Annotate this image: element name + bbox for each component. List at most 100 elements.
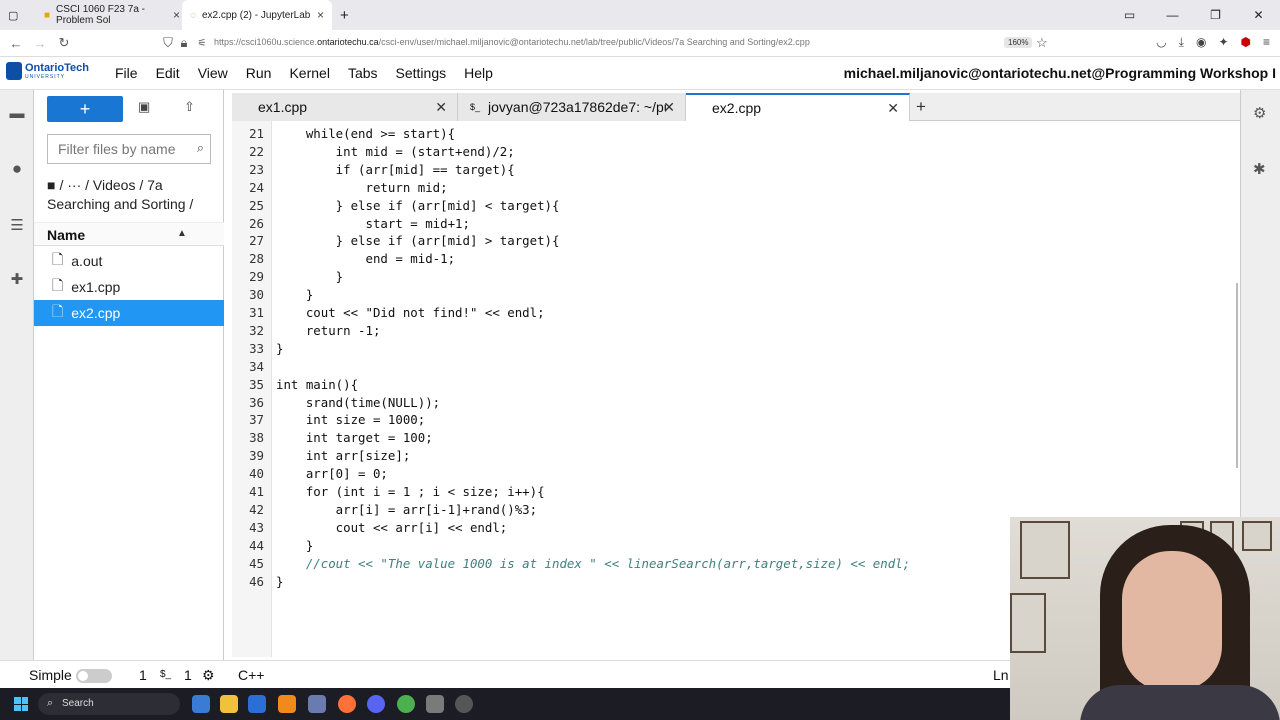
code-line[interactable]: 24 return mid; bbox=[232, 179, 1232, 197]
running-icon[interactable]: ● bbox=[6, 158, 28, 180]
menu-help[interactable]: Help bbox=[464, 65, 493, 81]
settings-icon[interactable]: ⚙ bbox=[202, 667, 215, 684]
menu-run[interactable]: Run bbox=[246, 65, 272, 81]
property-inspector-icon[interactable]: ⚙ bbox=[1253, 104, 1266, 122]
editor-tab-ex1[interactable]: ex1.cpp ✕ bbox=[232, 93, 458, 121]
close-icon[interactable]: × bbox=[317, 8, 324, 22]
user-label: michael.miljanovic@ontariotechu.net@Prog… bbox=[843, 65, 1276, 81]
new-launcher-button[interactable]: + bbox=[47, 96, 123, 122]
code-line[interactable]: 37 int size = 1000; bbox=[232, 411, 1232, 429]
simple-mode-toggle[interactable] bbox=[76, 669, 112, 683]
language-indicator[interactable]: C++ bbox=[238, 667, 264, 683]
reload-icon[interactable]: ↻ bbox=[52, 35, 76, 51]
browser-tab-2[interactable]: ◌ ex2.cpp (2) - JupyterLab × bbox=[182, 0, 332, 30]
tab-overflow-icon[interactable]: ▭ bbox=[1108, 8, 1151, 22]
line-col-indicator[interactable]: Ln bbox=[993, 667, 1009, 683]
minimize-icon[interactable]: — bbox=[1151, 8, 1194, 22]
pocket-icon[interactable]: ◡ bbox=[1156, 35, 1166, 50]
code-text: cout << "Did not find!" << endl; bbox=[276, 305, 545, 320]
code-text: start = mid+1; bbox=[276, 215, 470, 231]
file-item[interactable]: 🗋︎ ex1.cpp bbox=[34, 274, 224, 300]
code-line[interactable]: 30 } bbox=[232, 286, 1232, 304]
line-number: 23 bbox=[249, 161, 264, 177]
file-item-selected[interactable]: 🗋︎ ex2.cpp bbox=[34, 300, 224, 326]
code-line[interactable]: 21 while(end >= start){ bbox=[232, 125, 1232, 143]
code-line[interactable]: 33} bbox=[232, 340, 1232, 358]
kernel-count[interactable]: 1 bbox=[139, 667, 147, 683]
tab-list-icon[interactable]: ▢ bbox=[0, 0, 36, 30]
browser-tab-1[interactable]: ■ CSCI 1060 F23 7a - Problem Sol × bbox=[36, 0, 180, 30]
add-tab-button[interactable]: + bbox=[916, 97, 926, 117]
code-line[interactable]: 23 if (arr[mid] == target){ bbox=[232, 161, 1232, 179]
debugger-icon[interactable]: ✱ bbox=[1253, 160, 1266, 178]
firefox-icon[interactable] bbox=[338, 695, 356, 713]
new-folder-icon[interactable]: ▣ bbox=[138, 99, 150, 115]
url-text[interactable]: https://csci1060u.science.ontariotechu.c… bbox=[214, 37, 810, 47]
upload-icon[interactable]: ⇧ bbox=[184, 99, 195, 115]
restore-icon[interactable]: ❐ bbox=[1194, 8, 1237, 22]
code-line[interactable]: 26 start = mid+1; bbox=[232, 215, 1232, 233]
back-icon[interactable]: ← bbox=[4, 36, 28, 51]
close-icon[interactable]: ✕ bbox=[887, 100, 899, 117]
code-line[interactable]: 31 cout << "Did not find!" << endl; bbox=[232, 304, 1232, 322]
menu-file[interactable]: File bbox=[115, 65, 138, 81]
code-line[interactable]: 41 for (int i = 1 ; i < size; i++){ bbox=[232, 483, 1232, 501]
menu-edit[interactable]: Edit bbox=[156, 65, 180, 81]
code-line[interactable]: 40 arr[0] = 0; bbox=[232, 465, 1232, 483]
copilot-icon[interactable] bbox=[192, 695, 210, 713]
menu-tabs[interactable]: Tabs bbox=[348, 65, 378, 81]
code-line[interactable]: 29 } bbox=[232, 268, 1232, 286]
menu-kernel[interactable]: Kernel bbox=[289, 65, 329, 81]
ublock-icon[interactable]: ⬢ bbox=[1241, 35, 1251, 50]
code-line[interactable]: 25 } else if (arr[mid] < target){ bbox=[232, 197, 1232, 215]
code-line[interactable]: 35 int main(){ bbox=[232, 376, 1232, 394]
chrome-icon[interactable] bbox=[397, 695, 415, 713]
menu-icon[interactable]: ≡ bbox=[1263, 35, 1270, 50]
code-line[interactable]: 39 int arr[size]; bbox=[232, 447, 1232, 465]
toc-icon[interactable]: ☰ bbox=[6, 214, 28, 236]
code-line[interactable]: 27 } else if (arr[mid] > target){ bbox=[232, 232, 1232, 250]
editor-tab-ex2[interactable]: ex2.cpp ✕ bbox=[686, 93, 910, 121]
forward-icon[interactable]: → bbox=[28, 36, 52, 51]
close-icon[interactable]: × bbox=[173, 8, 180, 22]
discord-icon[interactable] bbox=[367, 695, 385, 713]
vlc-icon[interactable] bbox=[278, 695, 296, 713]
code-line[interactable]: 36 srand(time(NULL)); bbox=[232, 394, 1232, 412]
line-number: 36 bbox=[249, 394, 264, 410]
code-line[interactable]: 34 bbox=[232, 358, 1232, 376]
editor-scrollbar[interactable] bbox=[1236, 283, 1238, 468]
code-line[interactable]: 38 int target = 100; bbox=[232, 429, 1232, 447]
windows-start-icon[interactable] bbox=[14, 697, 28, 711]
new-tab-button[interactable]: + bbox=[332, 0, 356, 30]
close-window-icon[interactable]: ✕ bbox=[1237, 8, 1280, 22]
breadcrumb[interactable]: ■ / ··· / Videos / 7a Searching and Sorti… bbox=[47, 176, 217, 214]
close-icon[interactable]: ✕ bbox=[435, 99, 447, 116]
file-list-header[interactable]: Name ▲ bbox=[34, 222, 224, 246]
zoom-badge[interactable]: 160% bbox=[1004, 37, 1033, 48]
file-explorer-icon[interactable] bbox=[220, 695, 238, 713]
name-column-header[interactable]: Name bbox=[47, 227, 85, 243]
download-icon[interactable]: ⤓ bbox=[1179, 35, 1184, 50]
taskbar-search[interactable]: ⌕ Search bbox=[38, 693, 180, 715]
bookmark-star-icon[interactable]: ☆ bbox=[1036, 35, 1048, 51]
extensions-icon[interactable]: ✦ bbox=[1218, 35, 1228, 50]
menu-settings[interactable]: Settings bbox=[396, 65, 447, 81]
app-icon[interactable] bbox=[308, 695, 326, 713]
code-line[interactable]: 32 return -1; bbox=[232, 322, 1232, 340]
permissions-icon[interactable]: ⚟ bbox=[190, 38, 214, 49]
editor-tab-terminal[interactable]: $_ jovyan@723a17862de7: ~/pu ✕ bbox=[458, 93, 686, 121]
close-icon[interactable]: ✕ bbox=[663, 99, 675, 116]
code-line[interactable]: 22 int mid = (start+end)/2; bbox=[232, 143, 1232, 161]
app-icon[interactable] bbox=[426, 695, 444, 713]
terminal-count[interactable]: 1 bbox=[184, 667, 192, 683]
code-line[interactable]: 28 end = mid-1; bbox=[232, 250, 1232, 268]
filter-input[interactable]: Filter files by name ⌕ bbox=[47, 134, 211, 164]
extension-icon[interactable]: ✚ bbox=[6, 268, 28, 290]
folder-icon[interactable]: ▬ bbox=[6, 102, 28, 124]
app-icon[interactable] bbox=[248, 695, 266, 713]
file-item[interactable]: 🗋︎ a.out bbox=[34, 248, 224, 274]
account-icon[interactable]: ◉ bbox=[1196, 35, 1206, 50]
obs-icon[interactable] bbox=[455, 695, 473, 713]
menu-view[interactable]: View bbox=[198, 65, 228, 81]
line-number: 42 bbox=[249, 501, 264, 517]
